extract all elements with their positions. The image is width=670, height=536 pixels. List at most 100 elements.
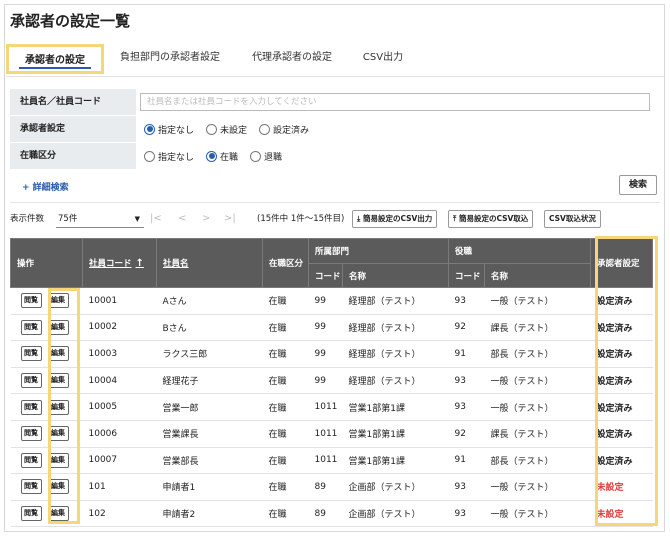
radio-approver-unset[interactable]: 未設定 <box>206 123 247 136</box>
cell-dept-code: 1011 <box>308 447 343 475</box>
cell-pos-code: 93 <box>448 473 485 501</box>
radio-employment-unspecified[interactable]: 指定なし <box>144 150 194 163</box>
form-row-employee: 社員名／社員コード <box>10 89 656 116</box>
row-actions: 閲覧 編集 <box>10 314 83 342</box>
sort-asc-icon: ↑ <box>135 258 144 269</box>
view-button[interactable]: 閲覧 <box>20 506 42 522</box>
export-csv-button[interactable]: ⤓ 簡易設定のCSV出力 <box>352 210 438 228</box>
edit-button[interactable]: 編集 <box>47 373 69 389</box>
cell-approver-status: 設定済み <box>590 314 653 342</box>
radio-employment-retired[interactable]: 退職 <box>250 150 282 163</box>
tab-cost-dept-approver[interactable]: 負担部門の承認者設定 <box>108 44 232 74</box>
download-icon: ⤓ <box>357 214 361 223</box>
table-row: 閲覧 編集 10001 Aさん 在職 99 経理部（テスト） 93 一般（テスト） 設定済み <box>10 287 653 315</box>
cell-dept-name: 経理部（テスト） <box>342 314 449 342</box>
col-emp-code[interactable]: 社員コード ↑ <box>82 238 157 288</box>
edit-button[interactable]: 編集 <box>47 426 69 442</box>
tab-approver-settings[interactable]: 承認者の設定 <box>6 44 104 74</box>
cell-pos-name: 課長（テスト） <box>484 314 591 342</box>
cell-emp-name: 営業部長 <box>156 447 263 475</box>
approver-table: 操作 社員コード ↑ 社員名 在職区分 所属部門 役職 承認者設定 コード 名称 … <box>10 238 653 528</box>
form-row-employment: 在職区分 指定なし 在職 退職 <box>10 143 656 170</box>
edit-button[interactable]: 編集 <box>47 452 69 468</box>
row-actions: 閲覧 編集 <box>10 420 83 448</box>
view-button[interactable]: 閲覧 <box>20 426 42 442</box>
edit-button[interactable]: 編集 <box>47 506 69 522</box>
edit-button[interactable]: 編集 <box>47 319 69 335</box>
view-button[interactable]: 閲覧 <box>20 399 42 415</box>
view-button[interactable]: 閲覧 <box>20 346 42 362</box>
approver-label: 承認者設定 <box>10 116 136 142</box>
cell-pos-code: 92 <box>448 314 485 342</box>
cell-employment: 在職 <box>262 420 309 448</box>
cell-employment: 在職 <box>262 367 309 395</box>
row-actions: 閲覧 編集 <box>10 340 83 368</box>
cell-pos-code: 92 <box>448 420 485 448</box>
radio-approver-set[interactable]: 設定済み <box>259 123 309 136</box>
view-button[interactable]: 閲覧 <box>20 293 42 309</box>
page-size-select[interactable]: 75件 ▼ <box>56 210 144 228</box>
radio-unchecked-icon <box>250 150 262 162</box>
view-button[interactable]: 閲覧 <box>20 479 42 495</box>
tab-csv-export[interactable]: CSV出力 <box>352 44 414 74</box>
cell-employment: 在職 <box>262 340 309 368</box>
cell-emp-code: 10004 <box>82 367 157 395</box>
cell-employment: 在職 <box>262 473 309 501</box>
cell-employment: 在職 <box>262 447 309 475</box>
page-size-label: 表示件数 <box>10 214 45 224</box>
last-page-icon[interactable]: >| <box>224 210 236 228</box>
edit-button[interactable]: 編集 <box>47 399 69 415</box>
col-emp-name[interactable]: 社員名 <box>156 238 263 288</box>
col-dept-name: 名称 <box>342 263 449 288</box>
col-approver: 承認者設定 <box>590 238 653 288</box>
next-page-icon[interactable]: > <box>202 210 210 228</box>
prev-page-icon[interactable]: < <box>178 210 186 228</box>
cell-pos-code: 93 <box>448 500 485 528</box>
view-button[interactable]: 閲覧 <box>20 452 42 468</box>
table-body: 閲覧 編集 10001 Aさん 在職 99 経理部（テスト） 93 一般（テスト） 設定済み 閲覧編… <box>10 287 653 528</box>
approver-table-wrap: 操作 社員コード ↑ 社員名 在職区分 所属部門 役職 承認者設定 コード 名称 … <box>10 238 653 528</box>
cell-emp-code: 101 <box>82 473 157 501</box>
table-row: 閲覧 編集 10006 営業課長 在職 1011 営業1部第1課 92 課長（テスト） 設定済み <box>10 420 653 448</box>
cell-pos-name: 課長（テスト） <box>484 420 591 448</box>
search-button[interactable]: 検索 <box>619 175 657 195</box>
cell-pos-code: 91 <box>448 447 485 475</box>
cell-pos-name: 部長（テスト） <box>484 447 591 475</box>
cell-emp-code: 10006 <box>82 420 157 448</box>
cell-dept-name: 企画部（テスト） <box>342 473 449 501</box>
edit-button[interactable]: 編集 <box>47 346 69 362</box>
cell-pos-code: 93 <box>448 367 485 395</box>
cell-dept-code: 89 <box>308 473 343 501</box>
tab-proxy-approver[interactable]: 代理承認者の設定 <box>238 44 346 74</box>
col-pos-name: 名称 <box>484 263 591 288</box>
employee-search-input[interactable] <box>140 93 650 111</box>
import-status-button[interactable]: CSV取込状況 <box>544 210 601 228</box>
cell-approver-status: 設定済み <box>590 393 653 421</box>
import-csv-button[interactable]: ⤒ 簡易設定のCSV取込 <box>448 210 534 228</box>
cell-emp-code: 10001 <box>82 287 157 315</box>
cell-emp-code: 10002 <box>82 314 157 342</box>
row-actions: 閲覧 編集 <box>10 473 83 501</box>
advanced-search-link[interactable]: + 詳細検索 <box>22 180 69 193</box>
cell-emp-code: 102 <box>82 500 157 528</box>
radio-employment-active[interactable]: 在職 <box>206 150 238 163</box>
edit-button[interactable]: 編集 <box>47 479 69 495</box>
view-button[interactable]: 閲覧 <box>20 319 42 335</box>
cell-employment: 在職 <box>262 393 309 421</box>
employee-label: 社員名／社員コード <box>10 89 136 115</box>
cell-dept-code: 99 <box>308 367 343 395</box>
first-page-icon[interactable]: |< <box>150 210 162 228</box>
table-row: 閲覧 編集 10005 営業一郎 在職 1011 営業1部第1課 93 一般（テスト） 設定済み <box>10 393 653 421</box>
radio-unchecked-icon <box>206 123 218 135</box>
radio-checked-icon <box>144 123 155 135</box>
col-employment: 在職区分 <box>262 238 309 288</box>
col-dept-code: コード <box>308 263 343 288</box>
view-button[interactable]: 閲覧 <box>20 373 42 389</box>
edit-button[interactable]: 編集 <box>47 293 69 309</box>
cell-employment: 在職 <box>262 287 309 315</box>
radio-approver-unspecified[interactable]: 指定なし <box>144 123 194 136</box>
row-actions: 閲覧 編集 <box>10 287 83 315</box>
cell-pos-name: 一般（テスト） <box>484 500 591 528</box>
table-row: 閲覧 編集 10002 Bさん 在職 99 経理部（テスト） 92 課長（テスト） 設定済み <box>10 314 653 342</box>
caret-down-icon: ▼ <box>134 215 140 223</box>
